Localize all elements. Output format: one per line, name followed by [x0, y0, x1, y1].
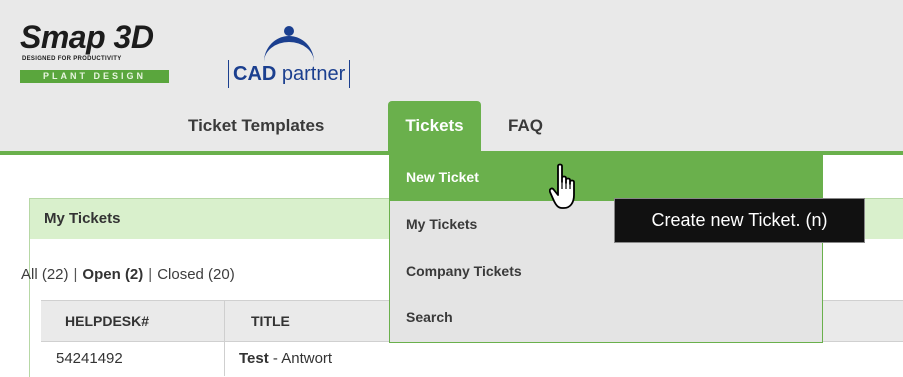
partner-arc-icon	[264, 36, 314, 62]
hand-pointer-icon	[549, 163, 575, 209]
menu-item-new-ticket[interactable]: New Ticket	[390, 154, 822, 201]
ticket-filters: All (22) | Open (2) | Closed (20)	[21, 266, 235, 283]
partner-dot-icon	[284, 26, 294, 36]
column-divider	[224, 301, 225, 341]
column-header-title[interactable]: TITLE	[251, 301, 290, 341]
tooltip: Create new Ticket. (n)	[614, 198, 865, 243]
filter-separator: |	[148, 266, 153, 283]
menu-item-company-tickets[interactable]: Company Tickets	[390, 248, 822, 295]
ticket-title-bold: Test	[239, 350, 269, 367]
ticket-title-rest: - Antwort	[268, 350, 333, 367]
partner-name-bold: CAD	[233, 63, 277, 85]
ticket-id: 54241492	[56, 350, 123, 367]
brand-tagline: DESIGNED FOR PRODUCTIVITY	[22, 56, 122, 62]
cad-partner-logo[interactable]: CAD partner	[228, 26, 378, 96]
app-header: Smap 3D DESIGNED FOR PRODUCTIVITY PLANT …	[0, 0, 903, 155]
nav-tickets[interactable]: Tickets	[388, 101, 481, 151]
partner-name-rest: partner	[276, 63, 346, 85]
filter-separator: |	[73, 266, 78, 283]
filter-open-count: (2)	[124, 266, 144, 283]
column-divider	[224, 341, 225, 376]
brand-name: Smap 3D	[20, 19, 154, 55]
smap3d-logo[interactable]: Smap 3D DESIGNED FOR PRODUCTIVITY PLANT …	[20, 20, 180, 100]
filter-open-label: Open	[82, 266, 121, 283]
tickets-dropdown-menu: New Ticket My Tickets Company Tickets Se…	[389, 153, 823, 343]
nav-faq[interactable]: FAQ	[508, 101, 543, 151]
table-row[interactable]: 54241492 Test - Antwort	[41, 341, 903, 376]
nav-ticket-templates[interactable]: Ticket Templates	[188, 101, 324, 151]
filter-all[interactable]: All (22)	[21, 266, 69, 283]
partner-name: CAD partner	[228, 60, 351, 88]
menu-item-search[interactable]: Search	[390, 294, 822, 341]
filter-open[interactable]: Open (2)	[82, 266, 143, 283]
filter-closed[interactable]: Closed (20)	[157, 266, 235, 283]
ticket-title[interactable]: Test - Antwort	[239, 341, 332, 376]
column-header-helpdesk[interactable]: HELPDESK#	[65, 301, 149, 341]
brand-product: PLANT DESIGN	[20, 70, 169, 83]
